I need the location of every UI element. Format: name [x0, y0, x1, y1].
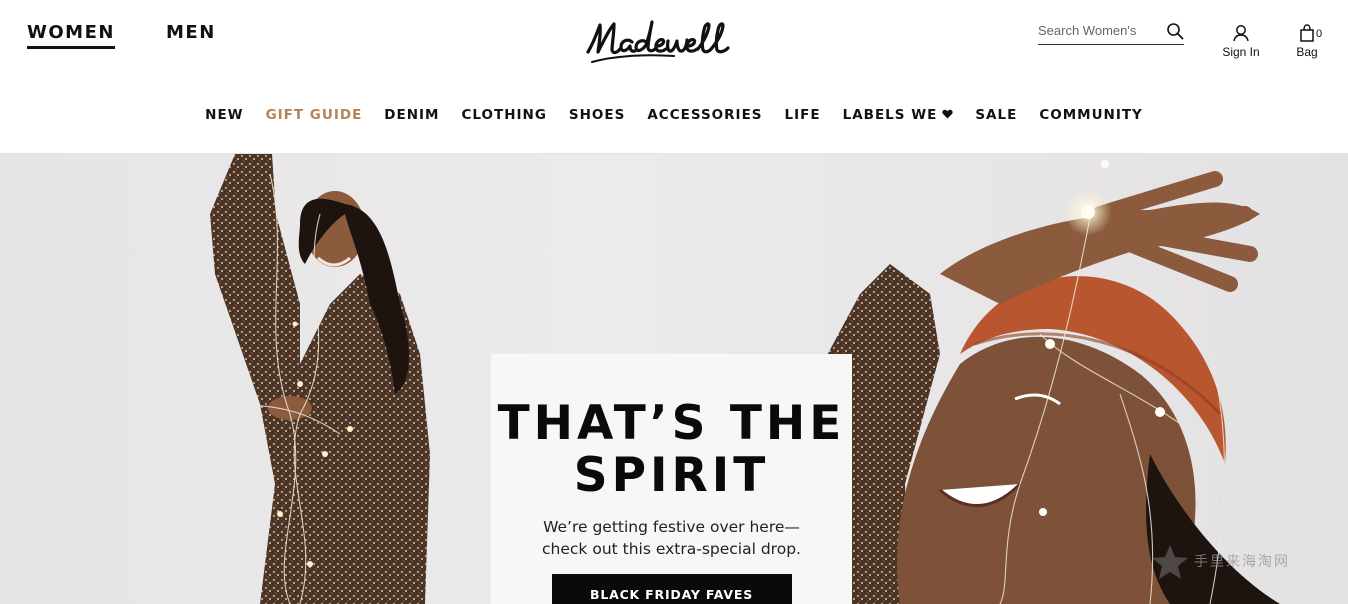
madewell-logo[interactable]: [584, 16, 762, 68]
heart-icon: [942, 109, 953, 119]
watermark-text: 手里来海淘网: [1194, 554, 1290, 570]
nav-item-denim[interactable]: DENIM: [384, 107, 439, 123]
black-friday-faves-button[interactable]: BLACK FRIDAY FAVES: [551, 574, 792, 604]
nav-item-labels-we-label: LABELS WE: [842, 107, 938, 123]
nav-item-life[interactable]: LIFE: [785, 107, 821, 123]
main-nav: NEW GIFT GUIDE DENIM CLOTHING SHOES ACCE…: [0, 107, 1348, 123]
dept-tab-women[interactable]: WOMEN: [27, 22, 115, 49]
madewell-logo-script: [586, 20, 730, 63]
search-bar: [1038, 20, 1184, 45]
promo-headline-line1: THAT’S THE: [497, 396, 846, 451]
nav-item-community[interactable]: COMMUNITY: [1039, 107, 1143, 123]
shopping-bag-icon: [1300, 24, 1314, 42]
promo-body-line2: check out this extra-special drop.: [542, 540, 801, 558]
watermark: 手里来海淘网: [1150, 542, 1290, 582]
sign-in-label: Sign In: [1222, 45, 1260, 59]
search-input[interactable]: [1038, 20, 1156, 38]
promo-body: We’re getting festive over here— check o…: [491, 516, 852, 560]
sign-in-link[interactable]: Sign In: [1220, 24, 1262, 59]
nav-item-accessories[interactable]: ACCESSORIES: [647, 107, 762, 123]
site-header: WOMEN MEN Search Women's Sign In Bag 0 N…: [0, 0, 1348, 154]
promo-body-line1: We’re getting festive over here—: [543, 518, 800, 536]
nav-item-clothing[interactable]: CLOTHING: [461, 107, 546, 123]
promo-headline-line2: SPIRIT: [573, 448, 770, 503]
promo-card: THAT’S THE SPIRIT We’re getting festive …: [491, 354, 852, 604]
bag-label: Bag: [1296, 45, 1318, 59]
nav-item-sale[interactable]: SALE: [975, 107, 1017, 123]
search-icon[interactable]: [1166, 22, 1184, 40]
dept-tab-men[interactable]: MEN: [166, 22, 216, 43]
nav-item-shoes[interactable]: SHOES: [569, 107, 625, 123]
promo-headline: THAT’S THE SPIRIT: [491, 398, 852, 502]
hero-banner[interactable]: THAT’S THE SPIRIT We’re getting festive …: [0, 154, 1348, 604]
nav-item-gift-guide[interactable]: GIFT GUIDE: [266, 107, 363, 123]
nav-item-labels-we-love[interactable]: LABELS WE: [843, 107, 954, 123]
left-model: [210, 154, 430, 604]
nav-item-new[interactable]: NEW: [205, 107, 243, 123]
star-watermark-icon: [1152, 545, 1188, 579]
user-icon: [1233, 25, 1249, 42]
bag-count: 0: [1316, 28, 1323, 40]
